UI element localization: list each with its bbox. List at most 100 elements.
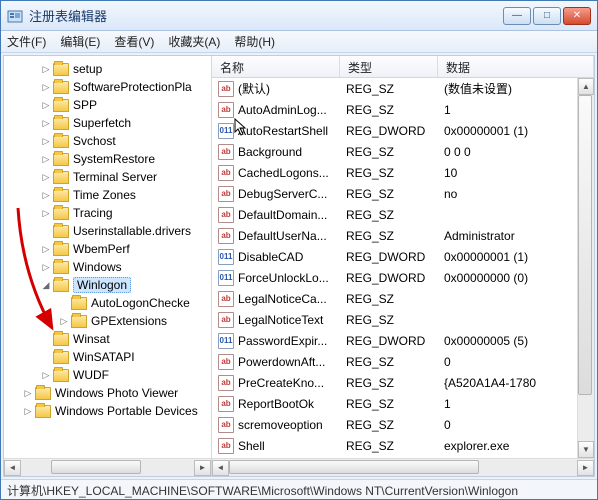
value-icon: 011 — [218, 270, 234, 286]
list-row[interactable]: abDebugServerC...REG_SZno — [212, 183, 594, 204]
expander-icon[interactable]: ▷ — [40, 243, 52, 255]
list-row[interactable]: abShellREG_SZexplorer.exe — [212, 435, 594, 456]
value-name: DefaultDomain... — [238, 208, 327, 222]
expander-icon[interactable] — [40, 333, 52, 345]
scroll-right-button[interactable]: ► — [194, 460, 211, 476]
scroll-track[interactable] — [229, 460, 577, 476]
tree-node[interactable]: ▷setup — [4, 60, 211, 78]
tree-node[interactable]: ▷SPP — [4, 96, 211, 114]
list-row[interactable]: abDefaultUserNa...REG_SZAdministrator — [212, 225, 594, 246]
list-hscrollbar[interactable]: ◄ ► — [212, 458, 594, 476]
expander-icon[interactable]: ▷ — [40, 63, 52, 75]
list-body[interactable]: ab(默认)REG_SZ(数值未设置)abAutoAdminLog...REG_… — [212, 78, 594, 458]
tree-node[interactable]: ▷Tracing — [4, 204, 211, 222]
tree-node[interactable]: Userinstallable.drivers — [4, 222, 211, 240]
expander-icon[interactable] — [40, 225, 52, 237]
column-header-name[interactable]: 名称 — [212, 56, 340, 77]
expander-icon[interactable] — [40, 351, 52, 363]
scroll-down-button[interactable]: ▼ — [578, 441, 594, 458]
list-row[interactable]: abLegalNoticeCa...REG_SZ — [212, 288, 594, 309]
list-row[interactable]: abReportBootOkREG_SZ1 — [212, 393, 594, 414]
expander-icon[interactable]: ▷ — [40, 81, 52, 93]
menu-edit[interactable]: 编辑(E) — [60, 33, 100, 50]
scroll-up-button[interactable]: ▲ — [578, 78, 594, 95]
list-row[interactable]: abLegalNoticeTextREG_SZ — [212, 309, 594, 330]
tree-hscrollbar[interactable]: ◄ ► — [4, 458, 211, 476]
tree-node[interactable]: ◢Winlogon — [4, 276, 211, 294]
expander-icon[interactable]: ▷ — [58, 315, 70, 327]
tree-node[interactable]: AutoLogonChecke — [4, 294, 211, 312]
cell-data: 1 — [438, 103, 594, 117]
tree-node[interactable]: Winsat — [4, 330, 211, 348]
list-row[interactable]: abscremoveoptionREG_SZ0 — [212, 414, 594, 435]
list-row[interactable]: abCachedLogons...REG_SZ10 — [212, 162, 594, 183]
expander-icon[interactable]: ▷ — [40, 171, 52, 183]
list-row[interactable]: abDefaultDomain...REG_SZ — [212, 204, 594, 225]
tree-node[interactable]: ▷Terminal Server — [4, 168, 211, 186]
cell-name: abShell — [212, 438, 340, 454]
maximize-button[interactable]: □ — [533, 7, 561, 25]
menu-help[interactable]: 帮助(H) — [234, 33, 275, 50]
value-icon: ab — [218, 438, 234, 454]
expander-icon[interactable]: ▷ — [40, 153, 52, 165]
tree-node[interactable]: ▷SoftwareProtectionPla — [4, 78, 211, 96]
list-row[interactable]: abAutoAdminLog...REG_SZ1 — [212, 99, 594, 120]
list-row[interactable]: ab(默认)REG_SZ(数值未设置) — [212, 78, 594, 99]
expander-icon[interactable]: ▷ — [40, 207, 52, 219]
menu-favorites[interactable]: 收藏夹(A) — [168, 33, 220, 50]
tree-node[interactable]: ▷Windows Photo Viewer — [4, 384, 211, 402]
column-header-type[interactable]: 类型 — [340, 56, 438, 77]
folder-icon — [53, 135, 69, 148]
expander-icon[interactable]: ▷ — [40, 135, 52, 147]
close-button[interactable]: ✕ — [563, 7, 591, 25]
expander-icon[interactable]: ▷ — [40, 117, 52, 129]
scroll-track[interactable] — [21, 460, 194, 476]
tree-view[interactable]: ▷setup▷SoftwareProtectionPla▷SPP▷Superfe… — [4, 56, 211, 458]
menubar: 文件(F) 编辑(E) 查看(V) 收藏夹(A) 帮助(H) — [1, 31, 597, 53]
menu-view[interactable]: 查看(V) — [114, 33, 154, 50]
tree-node[interactable]: WinSATAPI — [4, 348, 211, 366]
tree-node[interactable]: ▷Windows — [4, 258, 211, 276]
expander-icon[interactable]: ▷ — [40, 189, 52, 201]
tree-node[interactable]: ▷WUDF — [4, 366, 211, 384]
cell-name: abDefaultDomain... — [212, 207, 340, 223]
scroll-right-button[interactable]: ► — [577, 460, 594, 476]
expander-icon[interactable]: ▷ — [22, 405, 34, 417]
list-row[interactable]: 011AutoRestartShellREG_DWORD0x00000001 (… — [212, 120, 594, 141]
menu-file[interactable]: 文件(F) — [7, 33, 46, 50]
tree-node[interactable]: ▷GPExtensions — [4, 312, 211, 330]
tree-node[interactable]: ▷Time Zones — [4, 186, 211, 204]
list-vscrollbar[interactable]: ▲ ▼ — [577, 78, 594, 458]
tree-node[interactable]: ▷Superfetch — [4, 114, 211, 132]
tree-node[interactable]: ▷Windows Portable Devices — [4, 402, 211, 420]
scroll-thumb[interactable] — [578, 95, 592, 395]
expander-icon[interactable]: ▷ — [40, 369, 52, 381]
list-row[interactable]: abPowerdownAft...REG_SZ0 — [212, 351, 594, 372]
expander-icon[interactable]: ▷ — [40, 99, 52, 111]
folder-icon — [53, 243, 69, 256]
list-pane[interactable]: 名称 类型 数据 ab(默认)REG_SZ(数值未设置)abAutoAdminL… — [212, 56, 594, 476]
tree-pane[interactable]: ▷setup▷SoftwareProtectionPla▷SPP▷Superfe… — [4, 56, 212, 476]
expander-icon[interactable] — [58, 297, 70, 309]
tree-node[interactable]: ▷Svchost — [4, 132, 211, 150]
tree-node[interactable]: ▷SystemRestore — [4, 150, 211, 168]
expander-icon[interactable]: ◢ — [40, 279, 52, 291]
scroll-thumb[interactable] — [51, 460, 141, 474]
scroll-track[interactable] — [578, 95, 594, 441]
list-row[interactable]: abPreCreateKno...REG_SZ{A520A1A4-1780 — [212, 372, 594, 393]
scroll-left-button[interactable]: ◄ — [212, 460, 229, 476]
list-row[interactable]: 011PasswordExpir...REG_DWORD0x00000005 (… — [212, 330, 594, 351]
cell-name: 011AutoRestartShell — [212, 123, 340, 139]
column-header-data[interactable]: 数据 — [438, 56, 594, 77]
list-row[interactable]: 011DisableCADREG_DWORD0x00000001 (1) — [212, 246, 594, 267]
scroll-left-button[interactable]: ◄ — [4, 460, 21, 476]
value-name: CachedLogons... — [238, 166, 329, 180]
minimize-button[interactable]: — — [503, 7, 531, 25]
scroll-thumb[interactable] — [229, 460, 479, 474]
tree-node[interactable]: ▷WbemPerf — [4, 240, 211, 258]
titlebar[interactable]: 注册表编辑器 — □ ✕ — [1, 1, 597, 31]
expander-icon[interactable]: ▷ — [22, 387, 34, 399]
list-row[interactable]: 011ForceUnlockLo...REG_DWORD0x00000000 (… — [212, 267, 594, 288]
list-row[interactable]: abBackgroundREG_SZ0 0 0 — [212, 141, 594, 162]
expander-icon[interactable]: ▷ — [40, 261, 52, 273]
